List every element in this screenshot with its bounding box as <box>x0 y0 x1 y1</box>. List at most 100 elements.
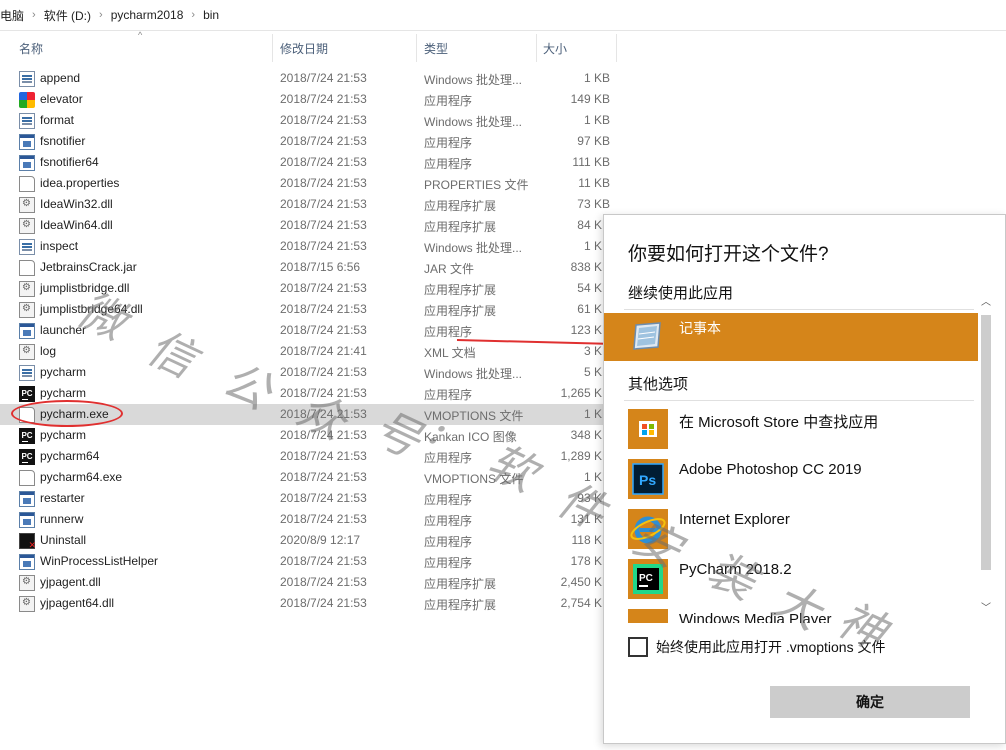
breadcrumb: 电脑 › 软件 (D:) › pycharm2018 › bin <box>0 0 1006 31</box>
exe-icon <box>19 134 35 150</box>
other-options-heading: 其他选项 <box>628 376 689 393</box>
file-date: 2018/7/24 21:53 <box>280 218 367 232</box>
file-size: 97 KB <box>577 134 610 148</box>
file-name: IdeaWin32.dll <box>40 197 113 211</box>
file-size: 1 KB <box>583 71 610 85</box>
batch-file-icon <box>19 113 35 129</box>
pycharm-icon: PC <box>19 386 35 402</box>
file-row[interactable]: fsnotifier 2018/7/24 21:53 应用程序 97 KB <box>0 131 620 152</box>
annotation-circle <box>11 400 123 427</box>
file-type: 应用程序 <box>424 136 473 150</box>
column-divider[interactable] <box>536 34 537 62</box>
file-type: Windows 批处理... <box>424 115 523 129</box>
dll-icon <box>19 197 35 213</box>
file-type: 应用程序 <box>424 94 473 108</box>
divider <box>624 309 974 310</box>
file-type: 应用程序扩展 <box>424 283 497 297</box>
breadcrumb-item[interactable]: 电脑 <box>0 7 30 24</box>
file-date: 2018/7/24 21:53 <box>280 491 367 505</box>
batch-file-icon <box>19 71 35 87</box>
file-type: 应用程序 <box>424 535 473 549</box>
file-row[interactable]: runnerw 2018/7/24 21:53 应用程序 131 KB <box>0 509 620 530</box>
file-name: log <box>40 344 57 358</box>
breadcrumb-item[interactable]: 软件 (D:) <box>38 7 97 24</box>
batch-file-icon <box>19 365 35 381</box>
column-header-type[interactable]: 类型 <box>424 36 448 60</box>
always-use-checkbox[interactable] <box>628 637 648 657</box>
file-row[interactable]: yjpagent64.dll2018/7/24 21:53应用程序扩展2,754… <box>0 593 620 614</box>
column-divider[interactable] <box>616 34 617 62</box>
breadcrumb-item[interactable]: pycharm2018 <box>105 8 190 22</box>
app-option-store[interactable]: 在 Microsoft Store 中查找应用 <box>604 403 978 451</box>
file-type: Windows 批处理... <box>424 367 523 381</box>
chevron-right-icon: › <box>99 9 103 21</box>
file-date: 2018/7/24 21:53 <box>280 470 367 484</box>
file-row[interactable]: pycharm 2018/7/24 21:53 Windows 批处理... 5 KB <box>0 362 620 383</box>
file-type: Windows 批处理... <box>424 241 523 255</box>
file-row[interactable]: IdeaWin64.dll2018/7/24 21:53应用程序扩展84 KB <box>0 215 620 236</box>
continue-using-heading: 继续使用此应用 <box>628 285 734 302</box>
breadcrumb-item[interactable]: bin <box>197 8 225 22</box>
column-header-size[interactable]: 大小 <box>543 36 567 60</box>
app-option-label: 在 Microsoft Store 中查找应用 <box>679 414 879 431</box>
scrollbar[interactable]: ︿ ﹀ <box>979 293 993 614</box>
file-date: 2018/7/24 21:53 <box>280 239 367 253</box>
dll-icon <box>19 302 35 318</box>
chevron-up-icon[interactable]: ︿ <box>979 293 993 308</box>
file-row[interactable]: yjpagent.dll2018/7/24 21:53应用程序扩展2,450 K… <box>0 572 620 593</box>
dll-icon <box>19 344 35 360</box>
file-row[interactable]: WinProcessListHelper 2018/7/24 21:53 应用程序 1… <box>0 551 620 572</box>
exe-icon <box>19 323 35 339</box>
file-row[interactable]: elevator 2018/7/24 21:53 应用程序 149 KB <box>0 89 620 110</box>
file-type: 应用程序扩展 <box>424 199 497 213</box>
file-row[interactable]: JetbrainsCrack.jar 2018/7/15 6:56 JAR 文件 83… <box>0 257 620 278</box>
file-type: 应用程序 <box>424 556 473 570</box>
file-date: 2018/7/24 21:53 <box>280 449 367 463</box>
column-divider[interactable] <box>272 34 273 62</box>
file-icon <box>19 176 35 192</box>
file-row[interactable]: append 2018/7/24 21:53 Windows 批处理... 1 KB <box>0 68 620 89</box>
file-name: pycharm64 <box>40 449 100 463</box>
file-row[interactable]: format 2018/7/24 21:53 Windows 批处理... 1 KB <box>0 110 620 131</box>
file-size: 111 KB <box>572 155 610 169</box>
app-option-photoshop[interactable]: Ps Adobe Photoshop CC 2019 <box>604 453 978 501</box>
file-date: 2018/7/24 21:53 <box>280 512 367 526</box>
file-name: pycharm <box>40 365 87 379</box>
file-row[interactable]: inspect 2018/7/24 21:53 Windows 批处理... 1 KB <box>0 236 620 257</box>
column-header-name[interactable]: 名称 <box>19 36 43 60</box>
file-name: append <box>40 71 81 85</box>
divider <box>624 400 974 401</box>
ok-button[interactable]: 确定 <box>770 686 970 718</box>
batch-file-icon <box>19 239 35 255</box>
exe-icon <box>19 491 35 507</box>
dll-icon <box>19 596 35 612</box>
dll-icon <box>19 218 35 234</box>
chevron-down-icon[interactable]: ﹀ <box>979 599 993 614</box>
file-date: 2018/7/24 21:53 <box>280 302 367 316</box>
file-type: JAR 文件 <box>424 262 475 276</box>
file-icon <box>19 470 35 486</box>
file-type: 应用程序扩展 <box>424 220 497 234</box>
app-option-notepad[interactable]: 记事本 <box>604 313 978 361</box>
file-name: fsnotifier <box>40 134 86 148</box>
media-player-icon <box>628 609 668 623</box>
file-date: 2018/7/24 21:53 <box>280 554 367 568</box>
file-row[interactable]: IdeaWin32.dll 2018/7/24 21:53 应用程序扩展 73 KB <box>0 194 620 215</box>
file-row[interactable]: idea.properties 2018/7/24 21:53 PROPERTIES… <box>0 173 620 194</box>
file-row[interactable]: Uninstall2020/8/9 12:17应用程序118 KB <box>0 530 620 551</box>
file-name: format <box>40 113 75 127</box>
file-name: runnerw <box>40 512 84 526</box>
file-name: pycharm64.exe <box>40 470 123 484</box>
app-option-label: Internet Explorer <box>679 511 790 528</box>
file-date: 2018/7/24 21:53 <box>280 575 367 589</box>
exe-icon <box>19 155 35 171</box>
column-divider[interactable] <box>416 34 417 62</box>
column-header-date[interactable]: 修改日期 <box>280 36 328 60</box>
file-date: 2018/7/24 21:53 <box>280 323 367 337</box>
file-name: Uninstall <box>40 533 87 547</box>
file-type: 应用程序 <box>424 514 473 528</box>
scrollbar-thumb[interactable] <box>981 315 991 570</box>
file-row[interactable]: fsnotifier64 2018/7/24 21:53 应用程序 111 KB <box>0 152 620 173</box>
file-row[interactable]: restarter 2018/7/24 21:53 应用程序 93 KB <box>0 488 620 509</box>
open-with-dialog: 你要如何打开这个文件? 继续使用此应用 记事本 其他选项 在 Microsoft… <box>603 214 1006 744</box>
